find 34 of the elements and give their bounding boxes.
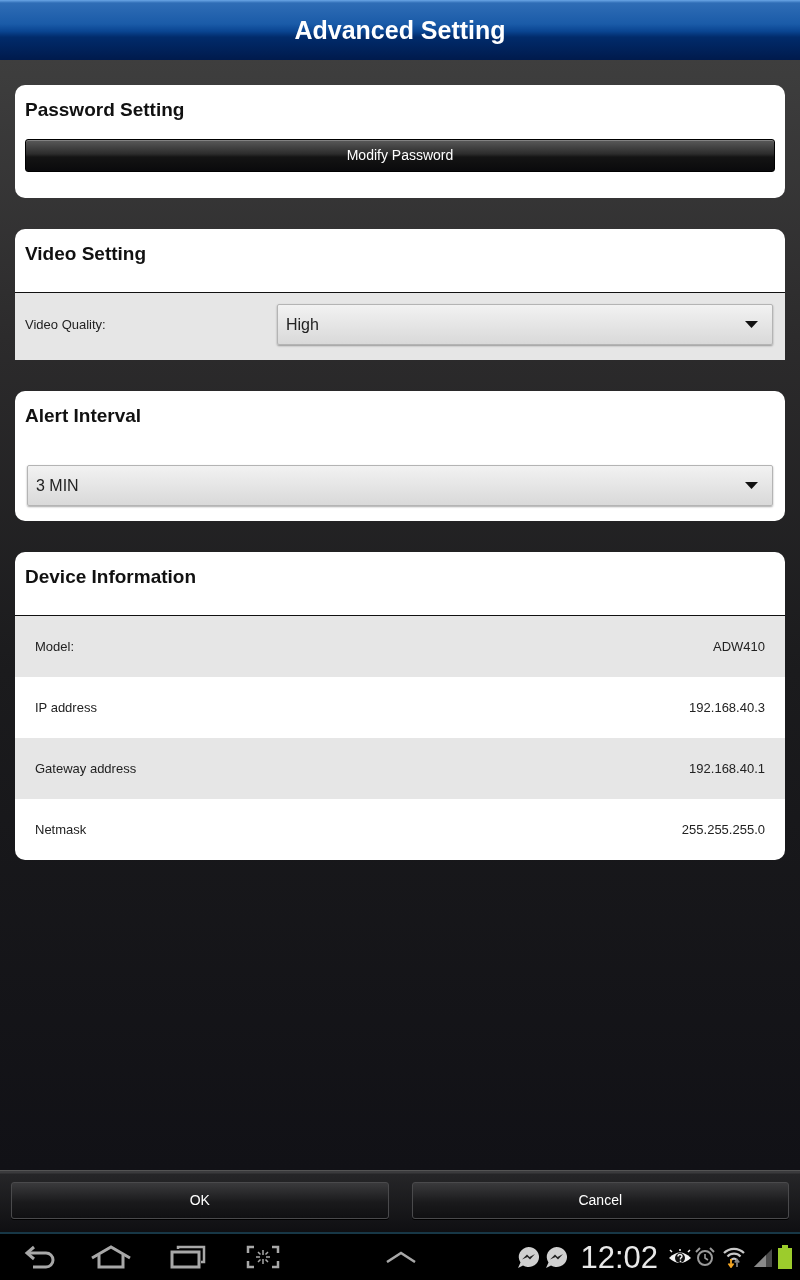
recent-apps-icon[interactable]	[170, 1245, 206, 1269]
quality-dropdown[interactable]: High	[277, 304, 773, 345]
chat-bubble-icon	[545, 1245, 569, 1269]
info-label: Netmask	[35, 820, 87, 839]
caret-icon	[745, 321, 758, 328]
section-title: Alert Interval	[24, 404, 143, 427]
wifi-icon	[722, 1246, 746, 1268]
home-icon[interactable]	[90, 1245, 132, 1269]
info-value: 192.168.40.1	[689, 759, 765, 778]
signal-icon	[753, 1247, 772, 1267]
info-label: Model:	[35, 637, 75, 656]
info-value: 192.168.40.3	[689, 698, 765, 717]
chat-bubble-icon	[517, 1245, 541, 1269]
field-label: Video Quality:	[25, 315, 107, 334]
interval-dropdown[interactable]: 3 MIN	[27, 465, 773, 506]
screenshot-icon[interactable]	[246, 1245, 280, 1269]
section-title: Video Setting	[24, 242, 148, 265]
ok-button[interactable]: OK	[11, 1182, 389, 1219]
caret-icon	[745, 482, 758, 489]
cancel-button[interactable]: Cancel	[411, 1182, 789, 1219]
modify-password-button[interactable]: Modify Password	[25, 139, 775, 172]
caret-up-icon[interactable]	[386, 1251, 416, 1263]
page-title: Advanced Setting	[294, 17, 506, 43]
info-label: Gateway address	[35, 759, 137, 778]
info-value: ADW410	[712, 637, 765, 656]
info-label: IP address	[35, 698, 97, 717]
back-icon[interactable]	[24, 1245, 56, 1269]
alarm-clock-icon	[695, 1247, 715, 1267]
section-title: Device Information	[24, 565, 198, 588]
info-value: 255.255.255.0	[681, 820, 765, 839]
section-title: Password Setting	[24, 98, 186, 121]
battery-icon	[778, 1245, 792, 1269]
clock-time: 12:02	[580, 1241, 658, 1273]
eye-icon	[668, 1249, 692, 1265]
